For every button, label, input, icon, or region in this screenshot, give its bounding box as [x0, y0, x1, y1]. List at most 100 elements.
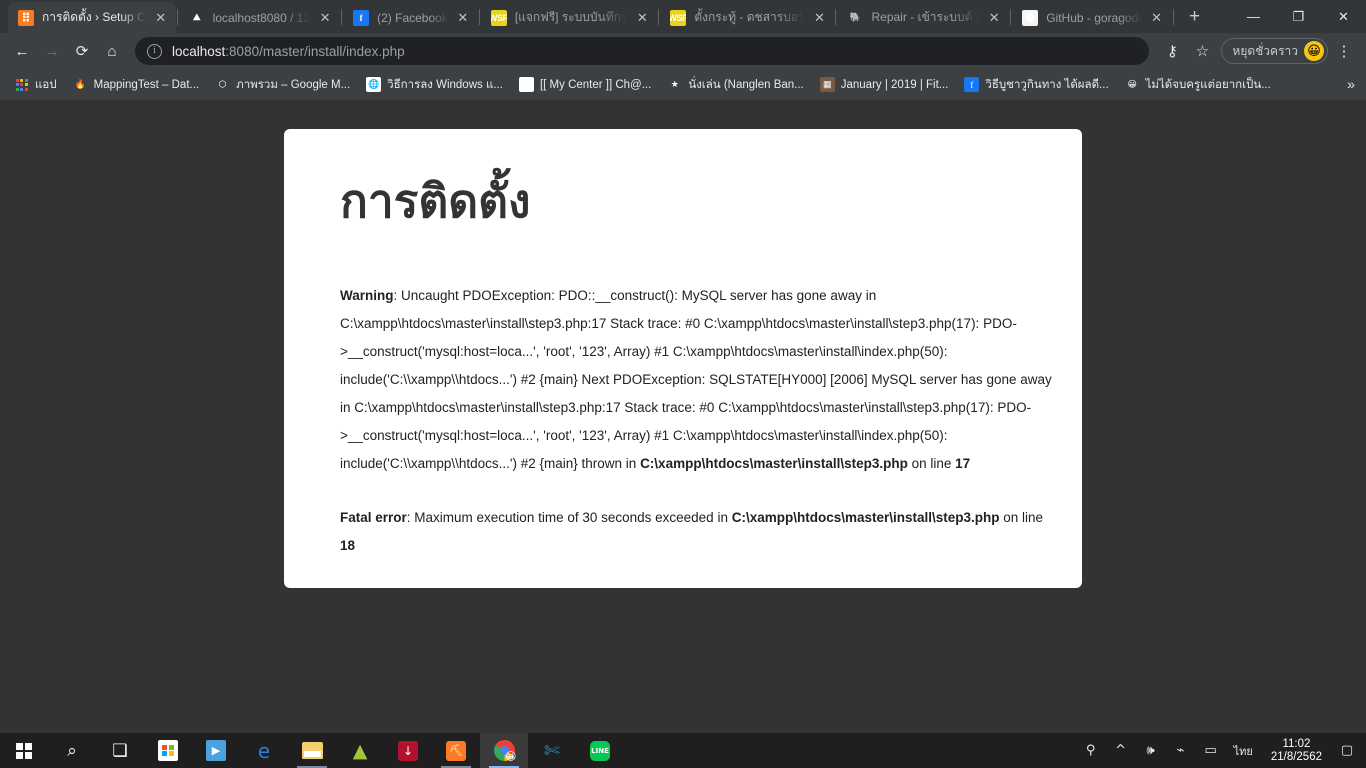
error-body: : Uncaught PDOException: PDO::__construc… [340, 287, 1052, 471]
bookmark-mappingtest[interactable]: 🔥 MappingTest – Dat... [65, 74, 207, 95]
bookmark-teacher-article[interactable]: 😀 ไม่ได้จบครูแต่อยากเป็น... [1117, 73, 1279, 97]
wifi-icon[interactable]: ⌁ [1166, 733, 1196, 768]
url-path: :8080/master/install/index.php [225, 43, 405, 59]
search-button[interactable]: ⌕ [48, 733, 96, 768]
tab-close-icon[interactable]: ✕ [985, 9, 1003, 27]
window-controls: — ❐ ✕ [1231, 0, 1366, 33]
new-tab-button[interactable]: + [1181, 3, 1209, 31]
idm-downloader-button[interactable]: ↓ [384, 733, 432, 768]
bookmark-label: ภาพรวม – Google M... [236, 78, 351, 91]
photo-icon: ▦ [819, 77, 835, 92]
error-level-label: Fatal error [340, 509, 407, 525]
tab-close-icon[interactable]: ✕ [316, 9, 334, 27]
folder-icon [301, 742, 323, 759]
file-explorer-button[interactable] [288, 733, 336, 768]
bookmark-nanglen[interactable]: ★ นั่งเล่น (Nanglen Ban... [659, 73, 811, 97]
php-error-block: Warning: Uncaught PDOException: PDO::__c… [312, 282, 1054, 560]
url-host: localhost [172, 43, 226, 59]
tab-title: (2) Facebook [377, 10, 448, 25]
visual-studio-code-button[interactable]: ✄ [528, 733, 576, 768]
windows-taskbar: ⌕ ❏ ▶ e ▲ ↓ ⛏ 😀 ✄ LINE ⚲ ^ 🕪 ⌁ ▭ ไทย 11:… [0, 733, 1366, 768]
clock[interactable]: 11:02 21/8/2562 [1261, 733, 1332, 768]
tab-separator [835, 8, 837, 25]
address-bar[interactable]: i localhost:8080/master/install/index.ph… [135, 37, 1150, 65]
minimize-button[interactable]: — [1231, 0, 1276, 33]
tab-close-icon[interactable]: ✕ [152, 9, 170, 27]
battery-icon[interactable]: ▭ [1196, 733, 1226, 768]
bookmarks-overflow-icon[interactable]: » [1340, 73, 1362, 95]
maximize-button[interactable]: ❐ [1276, 0, 1321, 33]
tab-4[interactable]: WSR ตั้งกระทู้ - ดชสารบอร์ ✕ [660, 2, 834, 33]
profile-button[interactable]: หยุดชั่วคราว 😀 [1221, 38, 1328, 64]
tab-separator [176, 8, 178, 25]
tab-close-icon[interactable]: ✕ [810, 9, 828, 27]
bookmark-label: MappingTest – Dat... [93, 78, 200, 91]
action-center-icon[interactable]: ▢ [1332, 733, 1362, 768]
tab-close-icon[interactable]: ✕ [454, 9, 472, 27]
password-key-icon[interactable]: ⚷ [1158, 37, 1186, 65]
browser-toolbar: ← → ⟳ ⌂ i localhost:8080/master/install/… [0, 33, 1366, 69]
bookmark-january-2019[interactable]: ▦ January | 2019 | Fit... [812, 74, 957, 95]
tab-title: Repair - เข้าระบบด้ว [871, 10, 980, 24]
system-tray: ⚲ ^ 🕪 ⌁ ▭ ไทย 11:02 21/8/2562 ▢ [1076, 733, 1366, 768]
microsoft-store-button[interactable] [144, 733, 192, 768]
tab-separator [478, 8, 480, 25]
globe-icon: 🌐 [366, 77, 382, 92]
bookmark-apps[interactable]: แอป [6, 73, 65, 97]
tab-0[interactable]: การติดตั้ง › Setup C ✕ [8, 2, 176, 33]
facebook-icon: f [353, 9, 370, 26]
emoji-badge-icon: 😀 [505, 750, 517, 763]
chevron-up-icon[interactable]: ^ [1106, 733, 1136, 768]
chrome-menu-icon[interactable]: ⋮ [1330, 37, 1358, 65]
wsr-icon: WSR [490, 9, 507, 26]
bookmark-google-maps[interactable]: ⬡ ภาพรวม – Google M... [207, 73, 358, 97]
line-messenger-button[interactable]: LINE [576, 733, 624, 768]
xampp-icon [18, 9, 34, 26]
people-icon[interactable]: ⚲ [1076, 733, 1106, 768]
error-line-prefix: on line [907, 455, 956, 471]
bookmark-star-icon[interactable]: ☆ [1188, 37, 1216, 65]
start-button[interactable] [0, 733, 48, 768]
php-fatal-message: Fatal error: Maximum execution time of 3… [340, 504, 1054, 560]
bookmark-windows-guide[interactable]: 🌐 วิธีการลง Windows แ... [358, 73, 511, 97]
page-viewport: การติดตั้ง Warning: Uncaught PDOExceptio… [0, 100, 1366, 733]
tab-1[interactable]: ⛰ localhost8080 / 12 ✕ [179, 2, 340, 33]
install-card: การติดตั้ง Warning: Uncaught PDOExceptio… [284, 129, 1082, 588]
tab-5[interactable]: 🐘 Repair - เข้าระบบด้ว ✕ [837, 2, 1009, 33]
tab-3[interactable]: WSR [แจกฟรี] ระบบบันทึกร ✕ [481, 2, 658, 33]
android-studio-button[interactable]: ▲ [336, 733, 384, 768]
store-icon [158, 740, 178, 761]
bookmark-mycenter[interactable]: ◉ [[ My Center ]] Ch@... [511, 74, 659, 95]
back-button[interactable]: ← [8, 37, 36, 65]
close-window-button[interactable]: ✕ [1321, 0, 1366, 33]
xampp-control-panel-button[interactable]: ⛏ [432, 733, 480, 768]
home-button[interactable]: ⌂ [98, 37, 126, 65]
volume-icon[interactable]: 🕪 [1136, 733, 1166, 768]
error-file-path: C:\xampp\htdocs\master\install\step3.php [640, 455, 908, 471]
magnifier-icon: ⌕ [67, 740, 77, 761]
tab-close-icon[interactable]: ✕ [1148, 9, 1166, 27]
site-info-icon[interactable]: i [147, 43, 162, 59]
facebook-icon: f [964, 77, 980, 92]
edge-icon: e [257, 738, 271, 763]
google-chrome-button[interactable]: 😀 [480, 733, 528, 768]
clock-date: 21/8/2562 [1270, 750, 1322, 763]
forward-button[interactable]: → [38, 37, 66, 65]
tab-title: GitHub - goragod/ [1046, 10, 1142, 25]
tab-2[interactable]: f (2) Facebook ✕ [343, 2, 478, 33]
bookmark-label: January | 2019 | Fit... [840, 78, 949, 91]
movies-tv-button[interactable]: ▶ [192, 733, 240, 768]
avatar: 😀 [1304, 41, 1324, 61]
bookmark-label: วิธีการลง Windows แ... [387, 78, 503, 91]
task-view-button[interactable]: ❏ [96, 733, 144, 768]
reload-button[interactable]: ⟳ [68, 37, 96, 65]
firebase-icon: 🔥 [74, 79, 86, 89]
tab-close-icon[interactable]: ✕ [633, 9, 651, 27]
bookmark-facebook-article[interactable]: f วิธีบูชาวูกินทาง ได้ผลดี... [956, 73, 1116, 97]
android-icon: ▲ [352, 739, 368, 762]
tab-6[interactable]: ⬤ GitHub - goragod/ ✕ [1012, 2, 1171, 33]
bookmark-label: [[ My Center ]] Ch@... [539, 78, 652, 91]
language-indicator[interactable]: ไทย [1226, 733, 1261, 768]
microsoft-edge-button[interactable]: e [240, 733, 288, 768]
page-title: การติดตั้ง [340, 174, 531, 228]
